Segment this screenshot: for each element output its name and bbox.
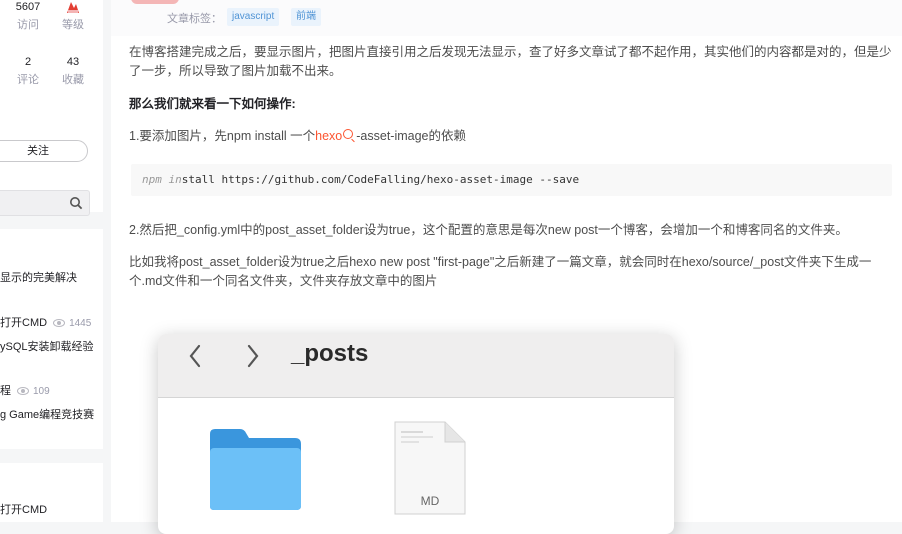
view-count: 1445 [69, 318, 92, 329]
list-item[interactable]: 程 109 [0, 384, 50, 399]
list-item[interactable]: 打开CMD 1445 [0, 316, 91, 331]
article-meta-bar: 文章标签： javascript 前端 [111, 0, 902, 36]
step1-paragraph: 1.要添加图片，先npm install 一个hexo -asset-image的… [129, 127, 899, 146]
section-heading: 那么我们就来看一下如何操作: [129, 97, 296, 111]
list-item-title: 打开CMD [0, 504, 48, 516]
search-input[interactable] [0, 190, 90, 216]
code-keyword: in [168, 173, 182, 186]
article-main: 文章标签： javascript 前端 在博客搭建完成之后，要显示图片，把图片直… [111, 0, 902, 534]
stat-visits-label: 访问 [17, 19, 39, 31]
md-file-icon: MD [393, 420, 467, 520]
decoration [131, 0, 179, 4]
follow-button[interactable]: 关注 [0, 140, 88, 162]
stat-comments-value: 2 [24, 56, 32, 68]
stat-level-label: 等级 [62, 19, 84, 31]
stat-favorites-value: 43 [66, 56, 80, 68]
md-file-label: MD [420, 494, 440, 508]
list-item-title: 打开CMD [0, 317, 48, 329]
list-item-title: g Game编程竞技赛 [0, 409, 95, 421]
list-item[interactable]: 打开CMD [0, 503, 47, 517]
list-item[interactable]: ySQL安装卸载经验 [0, 340, 94, 354]
stat-favorites: 43 收藏 [53, 55, 93, 88]
tags-label: 文章标签： [167, 13, 222, 25]
list-item[interactable]: g Game编程竞技赛 [0, 408, 94, 422]
step2-paragraph: 2.然后把_config.yml中的post_asset_folder设为tru… [129, 223, 848, 237]
list-item-title: 显示的完美解决 [0, 272, 77, 284]
list-item[interactable]: 显示的完美解决 [0, 271, 77, 285]
eye-icon [53, 319, 66, 328]
stat-comments: 2 评论 [8, 55, 48, 88]
finder-title: _posts [291, 340, 369, 367]
article-list-card-2: 打开CMD [0, 463, 103, 522]
eye-icon [17, 387, 29, 396]
folder-icon [210, 429, 301, 510]
stat-comments-label: 评论 [17, 74, 39, 86]
step3-paragraph: 比如我将post_asset_folder设为true之后hexo new po… [129, 255, 872, 288]
tag-javascript[interactable]: javascript [227, 8, 280, 26]
view-count: 109 [33, 386, 50, 397]
finder-window-image: _posts MD [158, 334, 674, 534]
stat-level[interactable]: 等级 [53, 0, 93, 33]
left-sidebar: 5607 访问 等级 2 评论 43 收藏 关注 显示的完美解决 打开CMD 1… [0, 0, 103, 522]
article-list-card: 显示的完美解决 打开CMD 1445 ySQL安装卸载经验 程 109 g Game… [0, 229, 103, 449]
back-arrow-icon [189, 344, 201, 368]
search-icon[interactable] [69, 196, 83, 210]
step1-suffix: -asset-image的依赖 [356, 129, 467, 143]
hexo-keyword-link[interactable]: hexo [315, 129, 342, 143]
code-keyword: npm [142, 173, 162, 186]
author-stats-card: 5607 访问 等级 2 评论 43 收藏 关注 [0, 0, 103, 216]
step1-prefix: 1.要添加图片，先npm install 一个 [129, 129, 316, 143]
finder-toolbar: _posts [158, 334, 674, 398]
tag-frontend[interactable]: 前端 [291, 8, 321, 26]
search-icon[interactable] [343, 129, 354, 139]
forward-arrow-icon [247, 344, 259, 368]
code-block: npm install https://github.com/CodeFalli… [131, 164, 892, 196]
stat-visits-value: 5607 [15, 1, 41, 13]
stat-favorites-label: 收藏 [62, 74, 84, 86]
code-text: stall https://github.com/CodeFalling/hex… [181, 173, 580, 186]
list-item-title: 程 [0, 385, 11, 397]
stat-visits: 5607 访问 [8, 0, 48, 33]
intro-paragraph: 在博客搭建完成之后，要显示图片，把图片直接引用之后发现无法显示，查了好多文章试了… [129, 45, 892, 78]
list-item-title: ySQL安装卸载经验 [0, 341, 94, 353]
level-badge-icon [67, 2, 79, 13]
